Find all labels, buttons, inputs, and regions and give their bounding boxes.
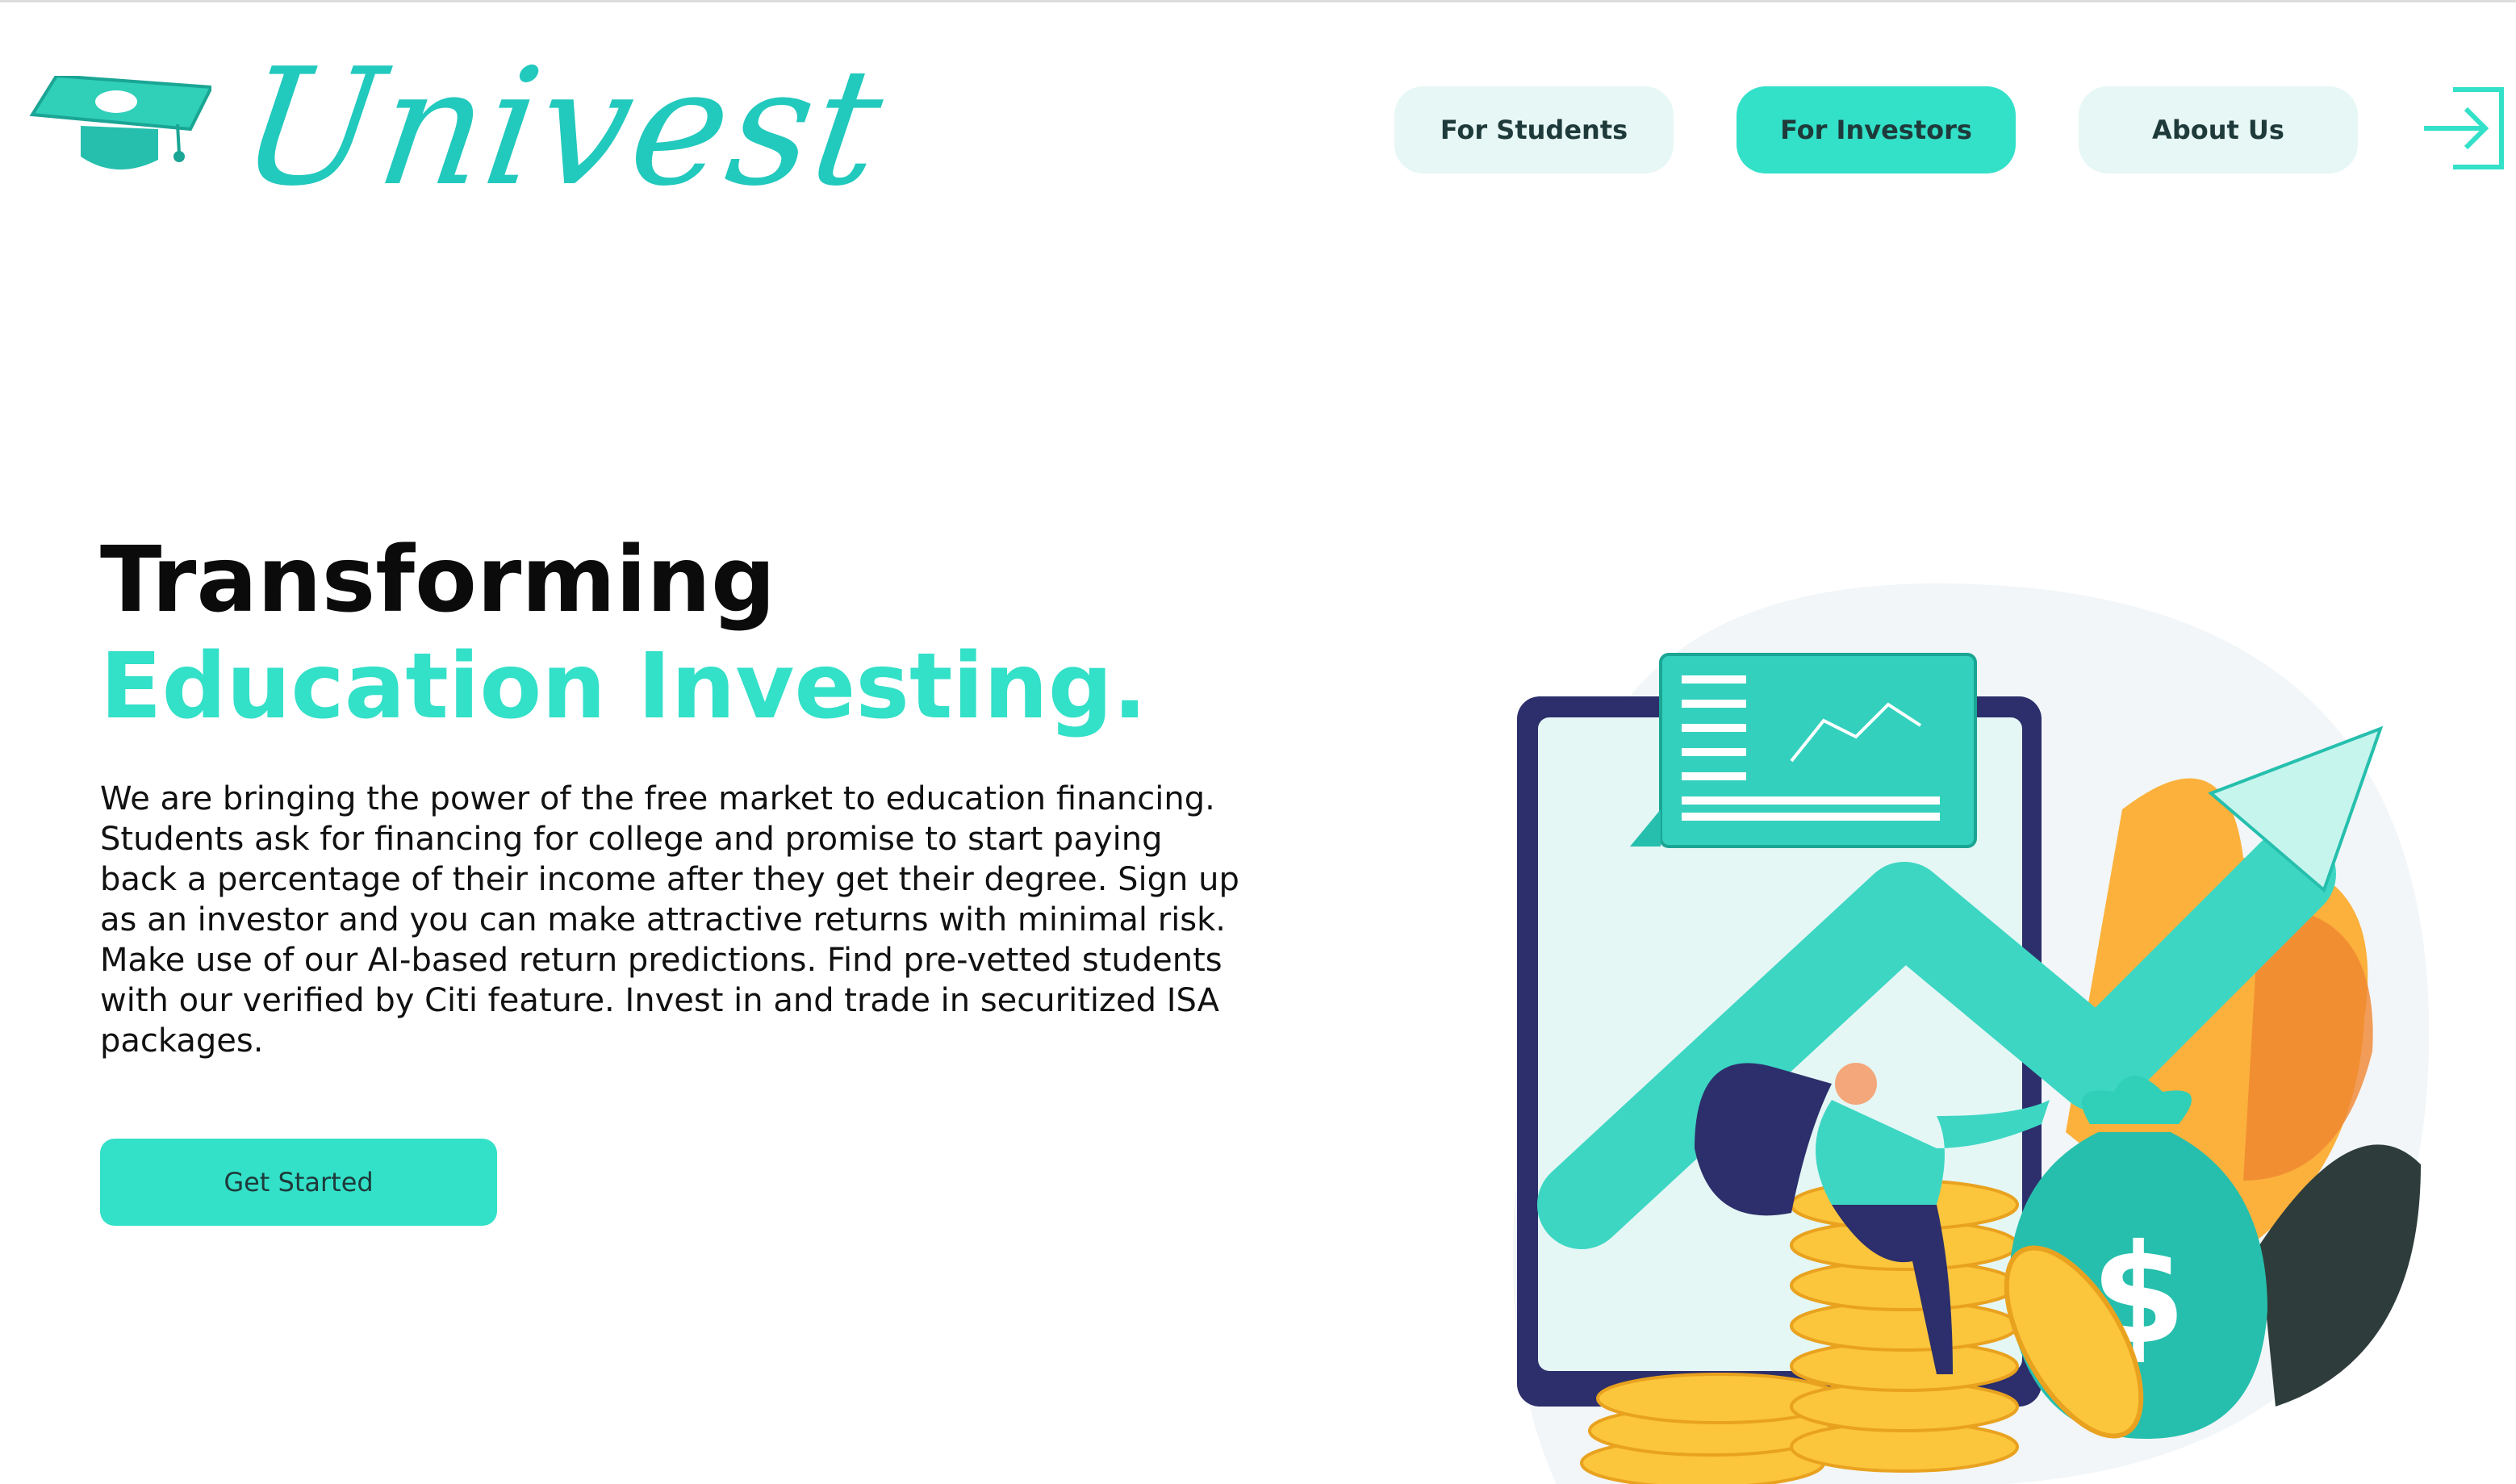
brand-logo[interactable]: Univest [29,34,894,222]
nav-about-us[interactable]: About Us [2079,86,2358,173]
main-nav: For Students For Investors About Us [1394,86,2358,173]
get-started-button[interactable]: Get Started [100,1139,497,1226]
page: Univest For Students For Investors About… [0,0,2516,1484]
brand-name: Univest [230,34,895,222]
graduation-cap-icon [29,76,211,170]
hero-title-line1: Transforming [100,528,776,633]
hero-description: We are bringing the power of the free ma… [100,780,1239,1060]
nav-for-students[interactable]: For Students [1394,86,1674,173]
login-arrow-icon[interactable] [2421,86,2505,170]
hero-title-line2: Education Investing. [100,634,1147,739]
investment-growth-illustration: $ [1513,583,2430,1484]
nav-for-investors[interactable]: For Investors [1737,86,2016,173]
hero-title: Transforming Education Investing. [100,527,1147,740]
